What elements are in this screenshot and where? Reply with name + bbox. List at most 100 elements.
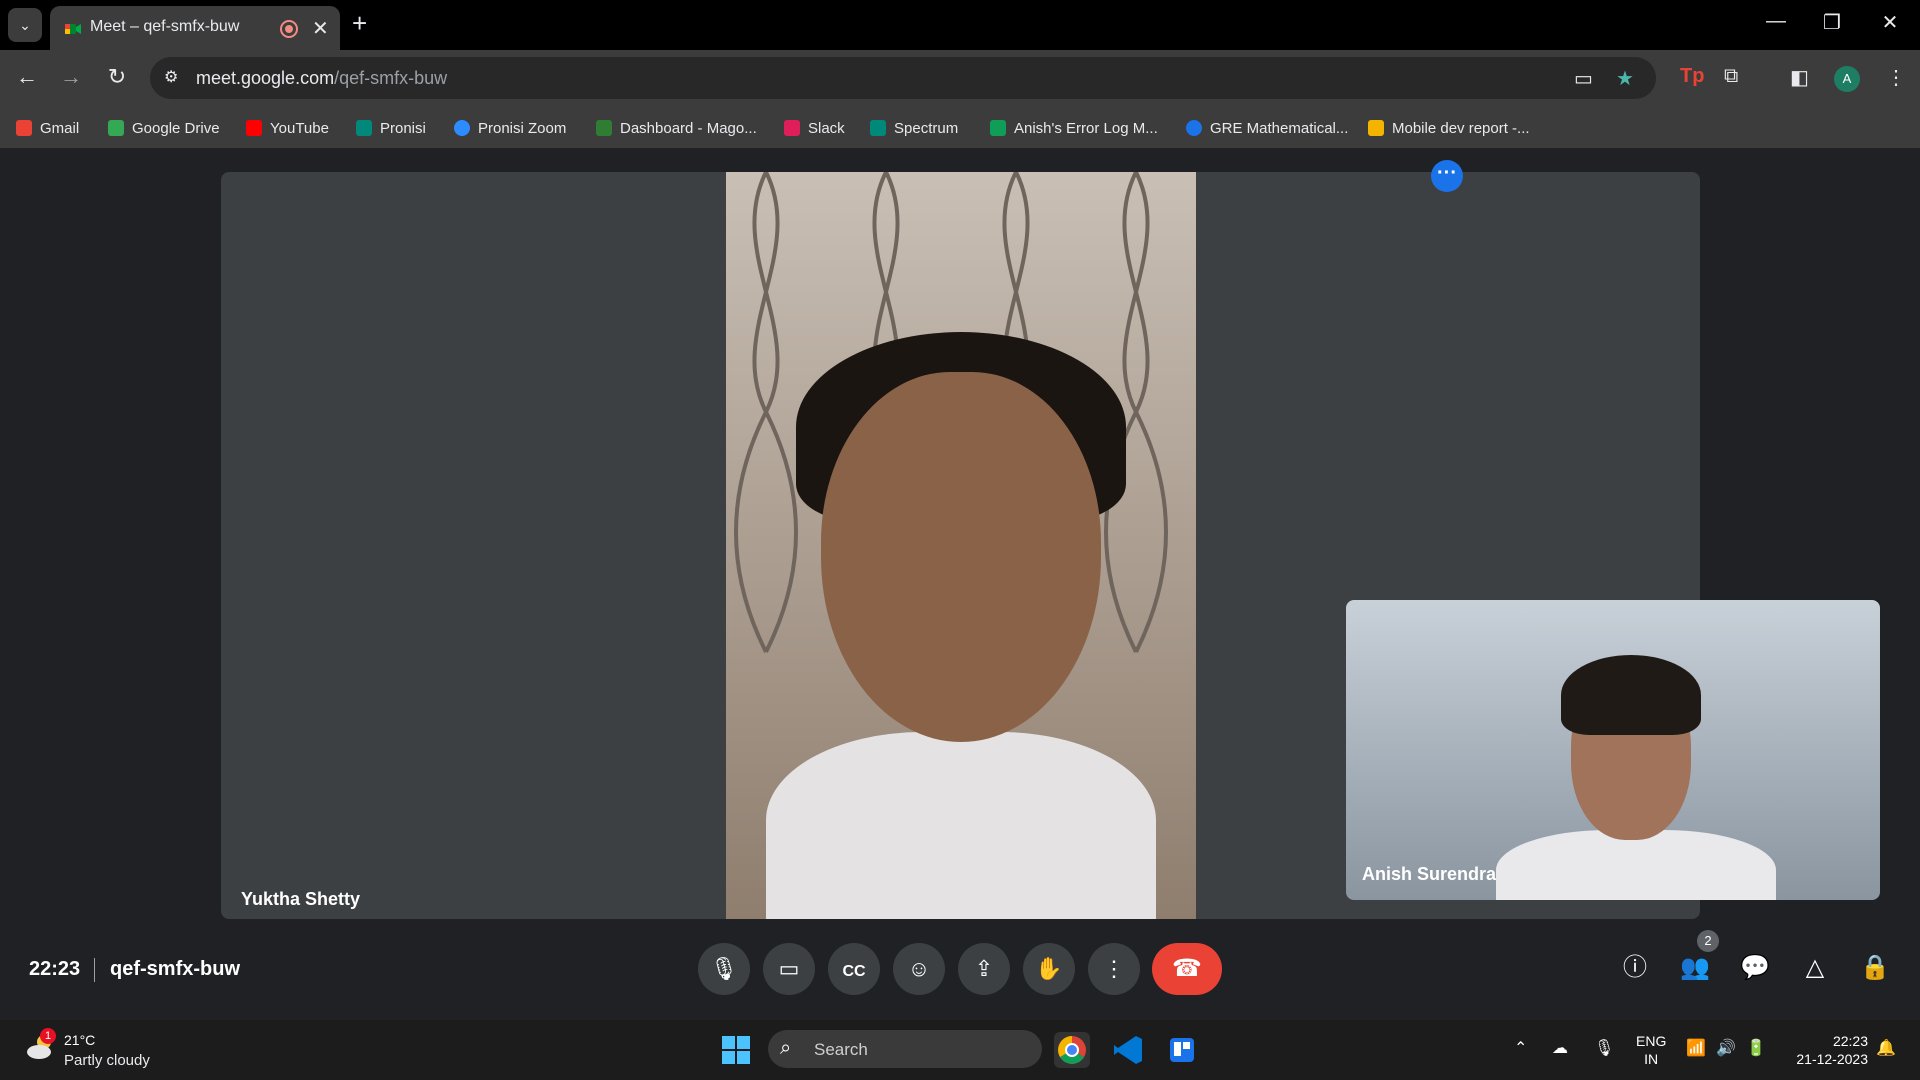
main-participant-name: Yuktha Shetty — [241, 889, 361, 909]
volume-icon[interactable]: 🔊 — [1716, 1038, 1736, 1058]
new-tab-button[interactable]: + — [352, 8, 367, 39]
bookmark-gmail[interactable]: Gmail — [16, 116, 79, 140]
profile-avatar[interactable]: A — [1834, 66, 1860, 92]
leave-call-button[interactable]: ☎ — [1152, 943, 1222, 995]
participant-face — [821, 372, 1101, 742]
vscode-icon — [1114, 1036, 1142, 1064]
minimize-button[interactable]: — — [1756, 10, 1796, 33]
tab-title: Meet – qef-smfx-buw — [90, 18, 240, 35]
notifications-icon[interactable]: 🔔 — [1876, 1038, 1896, 1058]
system-clock[interactable]: 22:23 21-12-2023 — [1788, 1032, 1868, 1068]
browser-tab-bar: ⌄ Meet – qef-smfx-buw ✕ + — ❐ ✕ — [0, 0, 1920, 50]
bookmark-star-icon[interactable]: ★ — [1616, 66, 1634, 91]
weather-description: Partly cloudy — [64, 1052, 150, 1069]
lock-person-icon: 🔒 — [1860, 954, 1890, 981]
raise-hand-button[interactable]: ✋ — [1023, 943, 1075, 995]
chat-button[interactable]: 💬 — [1735, 948, 1775, 988]
meeting-details-button[interactable]: ⓘ — [1615, 948, 1655, 988]
meeting-code: qef-smfx-buw — [110, 958, 240, 980]
bookmark-dashboard[interactable]: Dashboard - Mago... — [596, 116, 757, 140]
youtube-icon — [246, 120, 262, 136]
meet-content: Yuktha Shetty ··· Anish Surendra 22:23 q… — [0, 148, 1920, 1014]
dashboard-icon — [596, 120, 612, 136]
camera-in-use-icon[interactable]: ▭ — [1574, 66, 1593, 91]
bookmark-pronisi-zoom[interactable]: Pronisi Zoom — [454, 116, 566, 140]
microphone-icon: 🎙 — [710, 956, 738, 981]
mic-in-use-icon[interactable]: 🎙 — [1594, 1038, 1614, 1058]
app-window-icon — [1170, 1038, 1194, 1062]
bookmark-spectrum[interactable]: Spectrum — [870, 116, 958, 140]
tab-search-dropdown[interactable]: ⌄ — [8, 8, 42, 42]
meeting-clock: 22:23 — [29, 958, 81, 980]
end-call-icon: ☎ — [1172, 955, 1202, 982]
close-window-button[interactable]: ✕ — [1870, 10, 1910, 35]
people-icon: 👥 — [1680, 954, 1710, 981]
extensions-puzzle-icon[interactable]: ⧉ — [1724, 65, 1738, 88]
bookmarks-bar: Gmail Google Drive YouTube Pronisi Proni… — [0, 108, 1920, 148]
bookmark-youtube[interactable]: YouTube — [246, 116, 329, 140]
url-text[interactable]: meet.google.com/qef-smfx-buw — [196, 68, 447, 89]
captions-button[interactable]: CC — [828, 943, 880, 995]
slack-icon — [784, 120, 800, 136]
bookmark-pronisi[interactable]: Pronisi — [356, 116, 426, 140]
chat-icon: 💬 — [1740, 954, 1770, 981]
browser-toolbar: ← → ↻ ⚙ meet.google.com/qef-smfx-buw ▭ ★… — [0, 50, 1920, 108]
taskbar-vscode[interactable] — [1110, 1032, 1146, 1068]
divider — [94, 958, 95, 982]
self-view-tile[interactable]: Anish Surendra — [1346, 600, 1880, 900]
back-button[interactable]: ← — [12, 64, 42, 90]
taskbar-chrome[interactable] — [1054, 1032, 1090, 1068]
reload-button[interactable]: ↻ — [102, 64, 132, 90]
present-screen-icon: ⇪ — [974, 956, 994, 981]
more-options-button[interactable]: ⋮ — [1088, 943, 1140, 995]
meet-icon — [870, 120, 886, 136]
people-button[interactable]: 👥 — [1675, 948, 1715, 988]
gre-icon — [1186, 120, 1202, 136]
windows-taskbar: 1 21°C Partly cloudy ⌕ Search ⌃ ☁ 🎙 ENG I… — [0, 1020, 1920, 1080]
restore-button[interactable]: ❐ — [1812, 10, 1852, 35]
bookmark-error-log[interactable]: Anish's Error Log M... — [990, 116, 1158, 140]
tray-overflow-icon[interactable]: ⌃ — [1514, 1038, 1527, 1058]
chrome-icon — [1058, 1036, 1086, 1064]
wifi-icon[interactable]: 📶 — [1686, 1038, 1706, 1058]
bookmark-gre[interactable]: GRE Mathematical... — [1186, 116, 1348, 140]
participant-count-badge: 2 — [1697, 930, 1719, 952]
address-bar[interactable]: ⚙ meet.google.com/qef-smfx-buw ▭ ★ — [150, 57, 1656, 99]
bookmark-google-drive[interactable]: Google Drive — [108, 116, 220, 140]
present-button[interactable]: ⇪ — [958, 943, 1010, 995]
reactions-button[interactable]: ☺ — [893, 943, 945, 995]
site-info-icon[interactable]: ⚙ — [164, 67, 178, 87]
start-button[interactable] — [722, 1036, 750, 1064]
camera-button[interactable]: ▭ — [763, 943, 815, 995]
bookmark-slack[interactable]: Slack — [784, 116, 845, 140]
battery-icon[interactable]: 🔋 — [1746, 1038, 1766, 1058]
onedrive-icon[interactable]: ☁ — [1552, 1038, 1568, 1058]
browser-menu-icon[interactable]: ⋮ — [1886, 65, 1906, 90]
taskbar-search[interactable]: ⌕ Search — [768, 1030, 1042, 1068]
activities-button[interactable]: △ — [1795, 948, 1835, 988]
slides-icon — [1368, 120, 1384, 136]
sheets-icon — [990, 120, 1006, 136]
info-icon: ⓘ — [1623, 954, 1647, 981]
meet-icon — [356, 120, 372, 136]
side-panel-icon[interactable]: ◧ — [1790, 65, 1809, 90]
self-hair — [1561, 655, 1701, 735]
input-language[interactable]: ENG IN — [1636, 1032, 1666, 1068]
hand-icon: ✋ — [1035, 956, 1063, 981]
extension-tp-icon[interactable]: Tp — [1680, 65, 1704, 88]
self-participant-name: Anish Surendra — [1362, 864, 1497, 884]
forward-button[interactable]: → — [56, 64, 86, 90]
self-shirt — [1496, 830, 1776, 900]
taskbar-app-window[interactable] — [1164, 1032, 1200, 1068]
microphone-button[interactable]: 🎙 — [698, 943, 750, 995]
zoom-icon — [454, 120, 470, 136]
bookmark-mobile-dev-report[interactable]: Mobile dev report -... — [1368, 116, 1530, 140]
tile-more-options-button[interactable]: ··· — [1431, 160, 1463, 192]
gmail-icon — [16, 120, 32, 136]
browser-tab-meet[interactable]: Meet – qef-smfx-buw ✕ — [50, 6, 340, 50]
camera-icon: ▭ — [778, 956, 800, 981]
host-controls-button[interactable]: 🔒 — [1855, 948, 1895, 988]
search-placeholder: Search — [814, 1040, 868, 1059]
recording-indicator-icon — [280, 20, 298, 38]
tab-close-icon[interactable]: ✕ — [312, 16, 329, 41]
